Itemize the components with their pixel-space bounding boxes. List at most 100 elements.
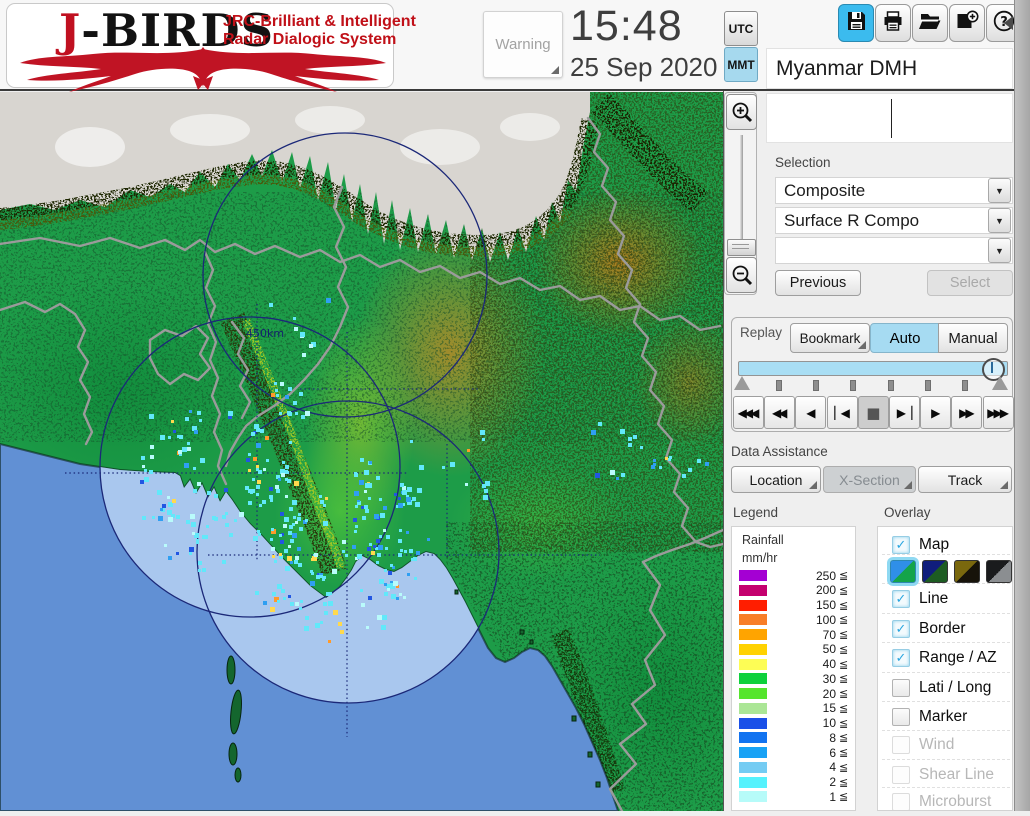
rain-echo [595,473,600,478]
rain-echo [353,518,357,522]
play-icon: ▶ [931,405,941,420]
legend-compare-symbol: ≦ [839,672,849,686]
rain-echo [399,529,402,532]
chevron-down-icon[interactable]: ▼ [988,208,1011,233]
bookmark-button[interactable]: Bookmark [790,323,870,353]
mmt-button[interactable]: MMT [724,47,758,82]
play-reverse-icon: ◀ [806,405,816,420]
rain-echo [189,410,192,413]
combo-extra[interactable]: ▼ [775,237,1013,264]
track-button[interactable]: Track [918,466,1012,493]
rain-echo [256,443,261,448]
rain-echo [270,538,273,541]
rain-echo [382,615,387,620]
rain-echo [378,545,383,550]
selection-label: Selection [775,155,831,170]
play-reverse-button[interactable]: ◀ [795,396,827,429]
rain-echo [288,531,292,535]
legend-row: 1 ≦ [739,790,851,804]
map-style-swatch-3[interactable] [954,560,980,583]
range-end-marker[interactable] [992,376,1008,390]
rain-echo [202,535,206,539]
legend-swatch [739,732,767,744]
utc-button[interactable]: UTC [724,11,758,46]
rain-echo [450,462,455,467]
overlay-item-microburst: Microburst [878,790,1012,810]
fast-forward-button[interactable]: ▶▶ [951,396,983,429]
rain-echo [257,480,261,484]
auto-button[interactable]: Auto [870,323,940,353]
rain-echo [379,535,382,538]
bookmark-label: Bookmark [799,330,861,346]
rain-echo [150,445,154,449]
range-start-marker[interactable] [734,376,750,390]
zoom-slider-track[interactable] [740,135,743,249]
data-assistance-label: Data Assistance [731,444,828,459]
marker-checkbox[interactable] [892,708,910,726]
map-style-swatch-2[interactable] [922,560,948,583]
rain-echo [290,602,294,606]
rain-echo [310,570,313,573]
text-entry-box[interactable] [766,93,1013,143]
zoom-in-icon [732,102,752,123]
step-forward-button[interactable]: ▶▕ [889,396,920,429]
stop-button[interactable]: ■ [857,396,889,429]
location-button[interactable]: Location [731,466,821,493]
legend-value: 20 [822,686,836,701]
zoom-in-button[interactable] [726,94,757,130]
previous-button[interactable]: Previous [775,270,861,296]
radar-map-canvas[interactable]: 450km [0,92,755,816]
save-button[interactable] [838,4,874,42]
combo-product[interactable]: Surface R Compo ▼ [775,207,1013,234]
warning-button[interactable]: Warning [483,11,563,78]
print-icon [881,9,905,38]
combo-product-type[interactable]: Composite ▼ [775,177,1013,204]
line-checkbox[interactable]: ✓ [892,590,910,608]
chevron-down-icon[interactable]: ▼ [988,178,1011,203]
rain-echo [288,387,292,391]
open-button[interactable] [912,4,948,42]
step-back-button[interactable]: ▏◀ [826,396,858,429]
replay-slider-track[interactable] [738,361,1008,376]
legend-compare-symbol: ≦ [839,790,849,804]
map-style-swatch-4[interactable] [986,560,1012,583]
rain-echo [248,453,251,456]
rain-echo [281,589,285,593]
play-button[interactable]: ▶ [920,396,952,429]
rain-echo [610,470,615,475]
range-az-checkbox[interactable]: ✓ [892,649,910,667]
manual-button[interactable]: Manual [938,323,1008,353]
select-button: Select [927,270,1013,296]
zoom-slider-handle[interactable] [727,239,756,256]
rain-echo [289,525,293,529]
rain-echo [360,589,363,592]
rain-echo [280,512,284,516]
lati-long-checkbox[interactable] [892,679,910,697]
legend-swatch [739,643,767,655]
chevron-down-icon[interactable]: ▼ [988,238,1011,263]
radar-map[interactable]: 450km [0,92,755,816]
rain-echo [633,435,637,439]
rain-echo [323,504,326,507]
rain-echo [280,382,284,386]
button-label: Location [749,471,803,488]
zoom-out-button[interactable] [726,257,757,293]
legend-row: 30 ≦ [739,672,851,686]
map-style-swatch-1[interactable] [890,560,916,583]
rain-echo [257,530,260,533]
collapse-panel-icon[interactable] [1004,16,1013,30]
jump-start-button[interactable]: ◀◀◀ [733,396,764,429]
clock-date: 25 Sep 2020 [570,52,718,82]
rain-echo [369,543,372,546]
map-checkbox[interactable]: ✓ [892,536,910,554]
rain-echo [394,493,397,496]
jump-end-button[interactable]: ▶▶▶ [982,396,1014,429]
rain-echo [222,560,226,564]
legend-value: 4 [829,760,836,775]
border-checkbox[interactable]: ✓ [892,620,910,638]
rain-echo [144,469,147,472]
rain-echo [258,533,261,536]
capture-button[interactable] [949,4,985,42]
fast-rewind-button[interactable]: ◀◀ [764,396,796,429]
print-button[interactable] [875,4,911,42]
